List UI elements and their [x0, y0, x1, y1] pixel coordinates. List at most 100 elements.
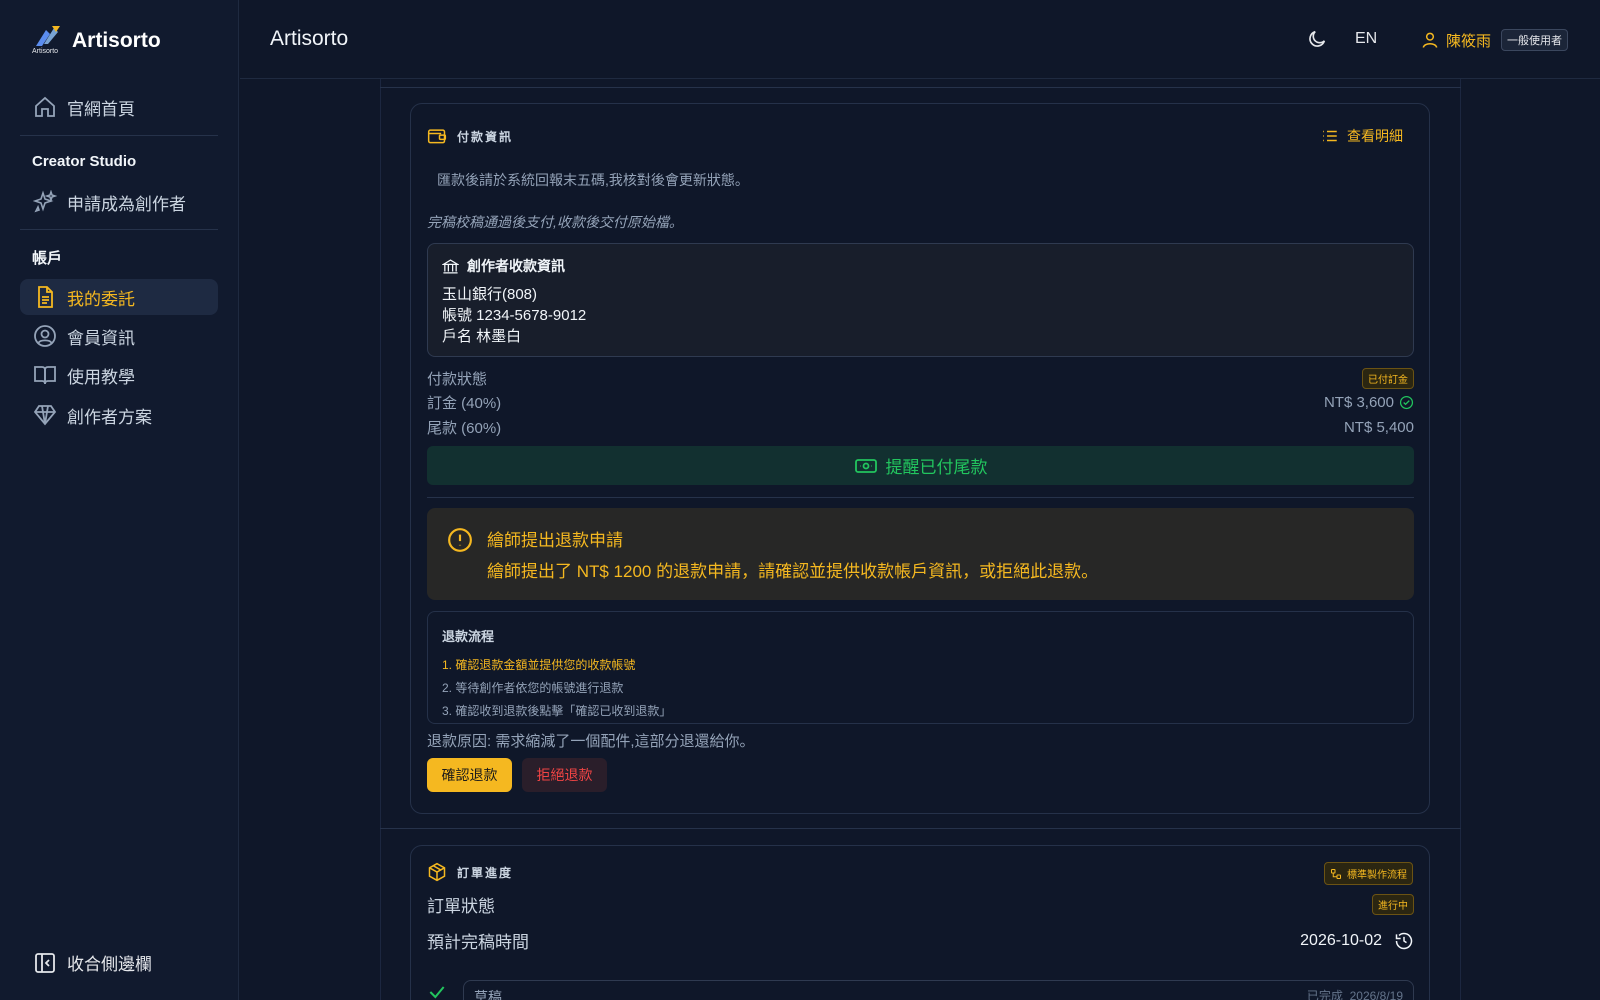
order-status-row: 訂單狀態 進行中 — [427, 892, 1414, 917]
remind-balance-paid-button[interactable]: 提醒已付尾款 — [427, 446, 1414, 485]
eta-row: 預計完稿時間 2026-10-02 — [427, 928, 1414, 953]
bank-name: 玉山銀行(808) — [442, 286, 538, 303]
refund-alert-text: 繪師提出了 NT$ 1200 的退款申請，請確認並提供收款帳戶資訊，或拒絕此退款… — [487, 562, 1099, 581]
sidebar-item-home[interactable]: 官網首頁 — [20, 89, 218, 125]
order-step: 草稿 已完成 2026/8/19 — [427, 980, 1414, 1000]
list-icon — [1323, 130, 1337, 142]
sidebar-item-member-info[interactable]: 會員資訊 — [20, 318, 218, 354]
account-heading: 帳戶 — [32, 250, 63, 267]
sidebar-item-label: 我的委託 — [67, 289, 135, 309]
refund-reason: 退款原因: 需求縮減了一個配件,這部分退還給你。 — [427, 733, 755, 750]
brand-logo-icon: Artisorto — [32, 24, 62, 58]
refund-flow: 退款流程 1. 確認退款金額並提供您的收款帳號 2. 等待創作者依您的帳號進行退… — [427, 611, 1414, 724]
order-step-box[interactable]: 草稿 已完成 2026/8/19 — [463, 980, 1414, 1000]
order-progress-card: 訂單進度 標準製作流程 訂單狀態 進行中 預計完稿時間 2026-10-02 草… — [410, 845, 1430, 1000]
user-menu[interactable]: 陳筱雨 一般使用者 — [1420, 29, 1569, 51]
view-details-label: 查看明細 — [1347, 128, 1403, 144]
payment-card-header: 付款資訊 — [427, 126, 513, 146]
order-status-label: 訂單狀態 — [427, 897, 495, 916]
payment-status-badge: 已付訂金 — [1362, 368, 1414, 389]
sidebar-divider — [20, 229, 218, 230]
bank-info-title: 創作者收款資訊 — [442, 256, 1399, 276]
sidebar-item-creator-plan[interactable]: 創作者方案 — [20, 397, 218, 433]
sidebar-item-tutorial[interactable]: 使用教學 — [20, 357, 218, 393]
payment-terms: 完稿校稿通過後支付,收款後交付原始檔。 — [427, 214, 683, 230]
brand-small-text: Artisorto — [32, 48, 59, 55]
deposit-row: 訂金 (40%) NT$ 3,600 — [427, 392, 1414, 413]
collapse-label: 收合側邊欄 — [67, 955, 152, 974]
eta-value: 2026-10-02 — [1300, 931, 1382, 949]
sidebar-item-my-commissions[interactable]: 我的委託 — [20, 279, 218, 315]
refund-alert: 繪師提出退款申請 繪師提出了 NT$ 1200 的退款申請，請確認並提供收款帳戶… — [427, 508, 1414, 600]
sidebar: Artisorto Artisorto 官網首頁 Creator Studio … — [0, 0, 239, 1000]
check-icon — [429, 986, 445, 999]
order-title: 訂單進度 — [457, 865, 514, 880]
balance-row: 尾款 (60%) NT$ 5,400 — [427, 417, 1414, 438]
refund-step: 3. 確認收到退款後點擊「確認已收到退款」 — [442, 704, 672, 718]
user-name: 陳筱雨 — [1446, 32, 1492, 50]
sidebar-item-label: 申請成為創作者 — [67, 194, 186, 214]
check-circle-icon — [1399, 395, 1414, 410]
package-icon — [428, 862, 446, 882]
payment-title: 付款資訊 — [457, 129, 514, 144]
balance-amount: NT$ 5,400 — [1343, 419, 1414, 436]
language-toggle[interactable]: EN — [1355, 30, 1377, 48]
sidebar-item-label: 使用教學 — [67, 367, 135, 387]
payment-card: 付款資訊 查看明細 匯款後請於系統回報末五碼,我核對後會更新狀態。 完稿校稿通過… — [410, 103, 1430, 814]
creator-bank-info: 創作者收款資訊 玉山銀行(808) 帳號 1234-5678-9012 戶名 林… — [427, 243, 1414, 357]
refund-alert-body: 繪師提出退款申請 繪師提出了 NT$ 1200 的退款申請，請確認並提供收款帳戶… — [487, 526, 1098, 582]
diamond-icon — [33, 405, 57, 426]
order-card-header: 訂單進度 — [427, 862, 513, 882]
remind-button-label: 提醒已付尾款 — [885, 458, 988, 477]
user-circle-icon — [34, 325, 56, 347]
workflow-icon — [1331, 868, 1341, 879]
section-divider — [380, 828, 1461, 829]
step-status: 已完成 — [1306, 989, 1343, 1000]
section-divider — [380, 87, 1461, 88]
sidebar-divider — [20, 135, 218, 136]
page-title: Artisorto — [270, 27, 349, 50]
collapse-sidebar-button[interactable]: 收合側邊欄 — [20, 950, 152, 975]
sparkles-icon — [33, 190, 57, 213]
deposit-label: 訂金 (40%) — [427, 395, 502, 412]
wallet-icon — [427, 129, 447, 144]
reject-refund-button[interactable]: 拒絕退款 — [522, 758, 607, 792]
user-role-badge: 一般使用者 — [1501, 29, 1569, 51]
alert-circle-icon — [448, 528, 472, 552]
document-icon — [38, 286, 53, 308]
refund-step: 1. 確認退款金額並提供您的收款帳號 — [442, 658, 636, 672]
payment-status-label: 付款狀態 — [427, 371, 488, 388]
view-details-link[interactable]: 查看明細 — [1321, 126, 1403, 146]
payment-status-row: 付款狀態 已付訂金 — [427, 368, 1414, 389]
bank-account: 帳號 1234-5678-9012 — [442, 307, 587, 324]
sidebar-item-label: 創作者方案 — [67, 407, 152, 427]
workflow-badge[interactable]: 標準製作流程 — [1324, 862, 1413, 885]
payment-notice: 匯款後請於系統回報末五碼,我核對後會更新狀態。 — [437, 172, 749, 188]
user-icon — [1422, 32, 1438, 48]
workflow-badge-label: 標準製作流程 — [1347, 870, 1407, 881]
brand-name: Artisorto — [72, 29, 161, 52]
bank-icon — [442, 258, 459, 274]
refund-alert-title: 繪師提出退款申請 — [487, 531, 623, 550]
bank-holder: 戶名 林墨白 — [442, 328, 522, 345]
deposit-amount-wrap: NT$ 3,600 — [1324, 394, 1414, 411]
book-icon — [34, 366, 56, 385]
cash-icon — [854, 458, 877, 473]
brand[interactable]: Artisorto Artisorto — [32, 24, 161, 58]
eta-value-wrap: 2026-10-02 — [1300, 931, 1414, 951]
confirm-refund-button[interactable]: 確認退款 — [427, 758, 512, 792]
refund-flow-title: 退款流程 — [442, 629, 495, 644]
balance-label: 尾款 (60%) — [427, 420, 502, 437]
order-status-badge: 進行中 — [1372, 894, 1414, 915]
step-date: 2026/8/19 — [1349, 989, 1403, 1000]
sidebar-item-apply-creator[interactable]: 申請成為創作者 — [20, 184, 218, 220]
payment-divider — [427, 497, 1414, 498]
deposit-amount: NT$ 3,600 — [1323, 394, 1394, 411]
collapse-icon — [35, 952, 55, 973]
moon-icon[interactable] — [1306, 28, 1328, 50]
home-icon — [35, 96, 55, 117]
creator-studio-heading: Creator Studio — [32, 153, 137, 170]
history-icon[interactable] — [1394, 931, 1414, 951]
sidebar-item-label: 官網首頁 — [67, 99, 135, 119]
bank-info-title-text: 創作者收款資訊 — [467, 258, 565, 274]
